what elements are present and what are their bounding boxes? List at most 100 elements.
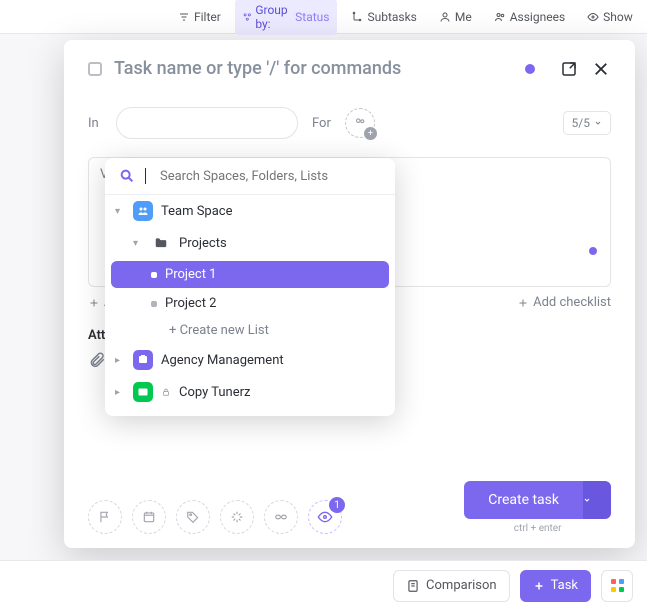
- chevron-right-icon: ▸: [115, 355, 125, 366]
- space-icon: [133, 382, 153, 402]
- view-toolbar: Filter Group by: Status Subtasks Me Assi…: [0, 0, 647, 34]
- sparkle-button[interactable]: [220, 500, 254, 534]
- task-label: Task: [551, 578, 578, 593]
- text-cursor: [145, 168, 146, 184]
- plus-icon: +: [364, 127, 377, 140]
- chevron-down-icon: ▾: [115, 206, 125, 217]
- link-icon: [274, 510, 288, 524]
- folder-icon: [151, 233, 171, 253]
- presence-dot-icon: [589, 247, 597, 255]
- list-item-project-2[interactable]: Project 2: [105, 290, 395, 317]
- subtasks-icon: [351, 11, 363, 23]
- app-bottom-bar: Comparison Task: [0, 560, 647, 610]
- dependency-button[interactable]: [264, 500, 298, 534]
- folder-item-projects[interactable]: ▾ Projects: [105, 227, 395, 259]
- location-search[interactable]: [116, 107, 298, 139]
- group-by-button[interactable]: Group by: Status: [235, 0, 338, 35]
- item-label: Project 2: [165, 296, 217, 311]
- plus-icon: [533, 580, 545, 592]
- tag-icon: [186, 510, 200, 524]
- item-label: Copy Tunerz: [179, 385, 250, 400]
- apps-button[interactable]: [601, 570, 633, 602]
- paperclip-icon: [88, 351, 106, 369]
- expand-icon[interactable]: [559, 59, 579, 79]
- presence-indicator-icon: [525, 64, 535, 74]
- filter-label: Filter: [194, 10, 221, 24]
- plus-icon: [88, 297, 100, 309]
- watchers-count: 1: [329, 497, 345, 513]
- chevron-right-icon: ▸: [115, 387, 125, 398]
- add-checklist-button[interactable]: Add checklist: [517, 295, 611, 310]
- group-icon: [243, 11, 252, 23]
- template-counter[interactable]: 5/5: [563, 111, 611, 135]
- show-button[interactable]: Show: [579, 6, 641, 28]
- group-by-label: Group by:: [255, 3, 291, 31]
- space-item-agency-management[interactable]: ▸ Agency Management: [105, 344, 395, 376]
- flag-button[interactable]: [88, 500, 122, 534]
- watchers-button[interactable]: 1: [308, 500, 342, 534]
- add-checklist-label: Add checklist: [533, 295, 611, 310]
- comparison-chip[interactable]: Comparison: [393, 570, 510, 602]
- sparkle-icon: [230, 510, 244, 524]
- task-name-input[interactable]: Task name or type '/' for commands: [114, 58, 513, 79]
- eye-icon: [587, 11, 599, 23]
- create-task-dropdown[interactable]: [583, 481, 611, 519]
- status-toggle[interactable]: [88, 62, 102, 76]
- search-icon: [119, 168, 135, 184]
- eye-icon: [317, 509, 333, 525]
- shortcut-hint: ctrl + enter: [464, 523, 611, 534]
- location-row: In For + 5/5: [88, 107, 611, 139]
- list-dot-icon: [151, 272, 157, 278]
- space-item-team-space[interactable]: ▾ Team Space: [105, 195, 395, 227]
- dropdown-search-input[interactable]: [160, 169, 381, 184]
- plus-icon: [517, 297, 529, 309]
- group-by-value: Status: [295, 10, 329, 24]
- item-label: + Create new List: [169, 323, 269, 338]
- me-label: Me: [455, 10, 472, 24]
- assignees-button[interactable]: Assignees: [486, 6, 573, 28]
- subtasks-button[interactable]: Subtasks: [343, 6, 424, 28]
- new-task-chip[interactable]: Task: [520, 570, 591, 602]
- chevron-down-icon: [594, 119, 602, 127]
- list-item-project-1[interactable]: Project 1: [111, 261, 389, 288]
- modal-header: Task name or type '/' for commands: [88, 58, 611, 79]
- list-dot-icon: [151, 301, 157, 307]
- tag-button[interactable]: [176, 500, 210, 534]
- people-icon: [353, 116, 367, 130]
- chevron-down-icon: [583, 496, 591, 504]
- location-input[interactable]: [141, 116, 307, 131]
- item-label: Project 1: [165, 267, 217, 282]
- lock-icon: [161, 387, 171, 397]
- item-label: Agency Management: [161, 353, 284, 368]
- subtasks-label: Subtasks: [367, 10, 416, 24]
- close-icon[interactable]: [591, 59, 611, 79]
- item-label: Projects: [179, 236, 227, 251]
- comparison-label: Comparison: [426, 578, 497, 593]
- people-icon: [494, 11, 506, 23]
- assignees-label: Assignees: [510, 10, 565, 24]
- filter-button[interactable]: Filter: [170, 6, 229, 28]
- item-label: Team Space: [161, 204, 233, 219]
- flag-icon: [98, 510, 112, 524]
- create-new-list-button[interactable]: + Create new List: [105, 317, 395, 344]
- add-assignee-button[interactable]: +: [345, 108, 375, 138]
- location-dropdown: ▾ Team Space ▾ Projects Project 1 Projec…: [105, 158, 395, 416]
- create-task-button[interactable]: Create task: [464, 481, 583, 519]
- calendar-icon: [142, 510, 156, 524]
- counter-value: 5/5: [572, 116, 590, 130]
- chevron-down-icon: ▾: [133, 238, 143, 249]
- date-button[interactable]: [132, 500, 166, 534]
- me-button[interactable]: Me: [431, 6, 480, 28]
- in-label: In: [88, 116, 102, 131]
- space-icon: [133, 201, 153, 221]
- dropdown-search[interactable]: [105, 158, 395, 195]
- apps-icon: [611, 579, 624, 592]
- space-icon: [133, 350, 153, 370]
- person-icon: [439, 11, 451, 23]
- modal-footer: 1 Create task ctrl + enter: [88, 481, 611, 534]
- for-label: For: [312, 116, 331, 131]
- filter-icon: [178, 11, 190, 23]
- space-item-copy-tunerz[interactable]: ▸ Copy Tunerz: [105, 376, 395, 408]
- show-label: Show: [603, 10, 633, 24]
- document-icon: [406, 579, 420, 593]
